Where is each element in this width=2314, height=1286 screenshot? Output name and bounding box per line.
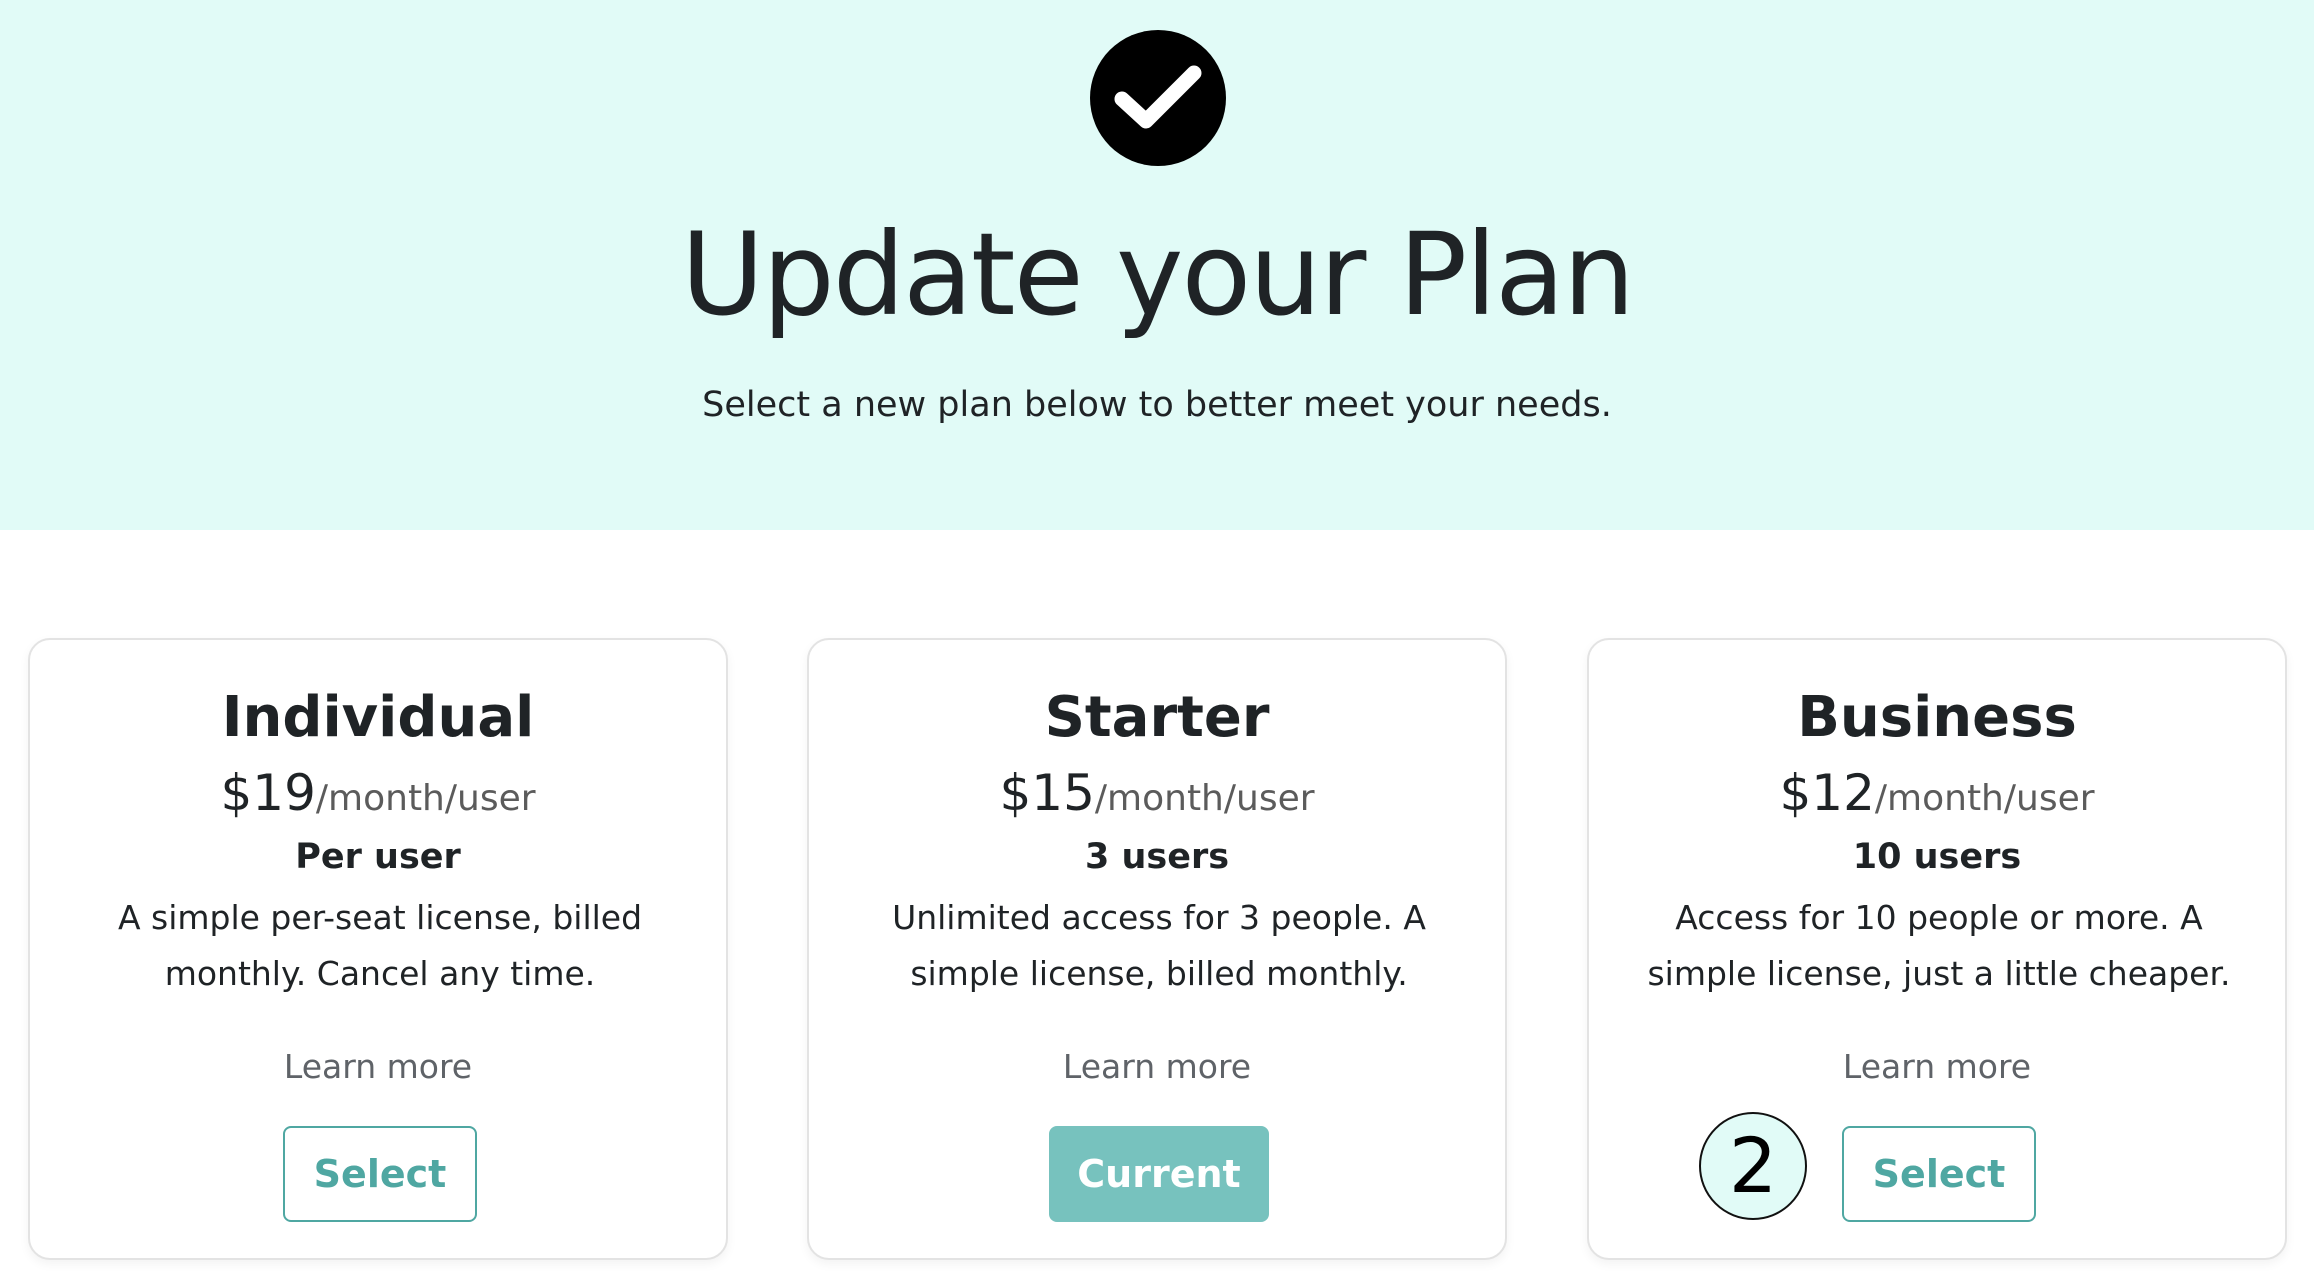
plan-price: $15/month/user [809, 758, 1505, 834]
plan-name: Starter [1044, 685, 1270, 750]
plan-seats: 3 users [1084, 837, 1230, 877]
check-circle-icon [1090, 30, 1226, 166]
plan-card-individual: Individual $19/month/user Per user A sim… [28, 638, 728, 1260]
plan-price-unit: /month/user [1874, 778, 2095, 819]
plan-price-amount: $15 [999, 764, 1095, 822]
plan-card-starter: Starter $15/month/user 3 users Unlimited… [807, 638, 1507, 1260]
plan-card-business: Business $12/month/user 10 users Access … [1587, 638, 2287, 1260]
plan-price-amount: $19 [220, 764, 316, 822]
plan-seats: 10 users [1852, 837, 2022, 877]
step-number-badge: 2 [1699, 1112, 1807, 1220]
plan-price-unit: /month/user [315, 778, 536, 819]
plan-name: Individual [221, 685, 535, 750]
plan-description: Unlimited access for 3 people. A simple … [892, 898, 1426, 993]
plan-price-unit: /month/user [1094, 778, 1315, 819]
learn-more-link[interactable]: Learn more [1589, 1042, 2285, 1092]
plan-seats: Per user [295, 837, 461, 877]
current-plan-button[interactable]: Current [1049, 1126, 1269, 1222]
page-title: Update your Plan [680, 208, 1635, 341]
plan-description: Access for 10 people or more. A simple l… [1647, 898, 2231, 993]
hero-banner: Update your Plan Select a new plan below… [0, 0, 2314, 530]
plan-description: A simple per-seat license, billed monthl… [117, 898, 643, 993]
page-subtitle: Select a new plan below to better meet y… [702, 385, 1612, 425]
learn-more-link[interactable]: Learn more [30, 1042, 726, 1092]
learn-more-link[interactable]: Learn more [809, 1042, 1505, 1092]
plan-price: $12/month/user [1589, 758, 2285, 834]
checkmark-icon [1114, 65, 1202, 129]
plan-price: $19/month/user [30, 758, 726, 834]
select-button[interactable]: Select [283, 1126, 477, 1222]
plan-name: Business [1797, 685, 2077, 750]
plan-price-amount: $12 [1779, 764, 1875, 822]
select-button[interactable]: Select [1842, 1126, 2036, 1222]
